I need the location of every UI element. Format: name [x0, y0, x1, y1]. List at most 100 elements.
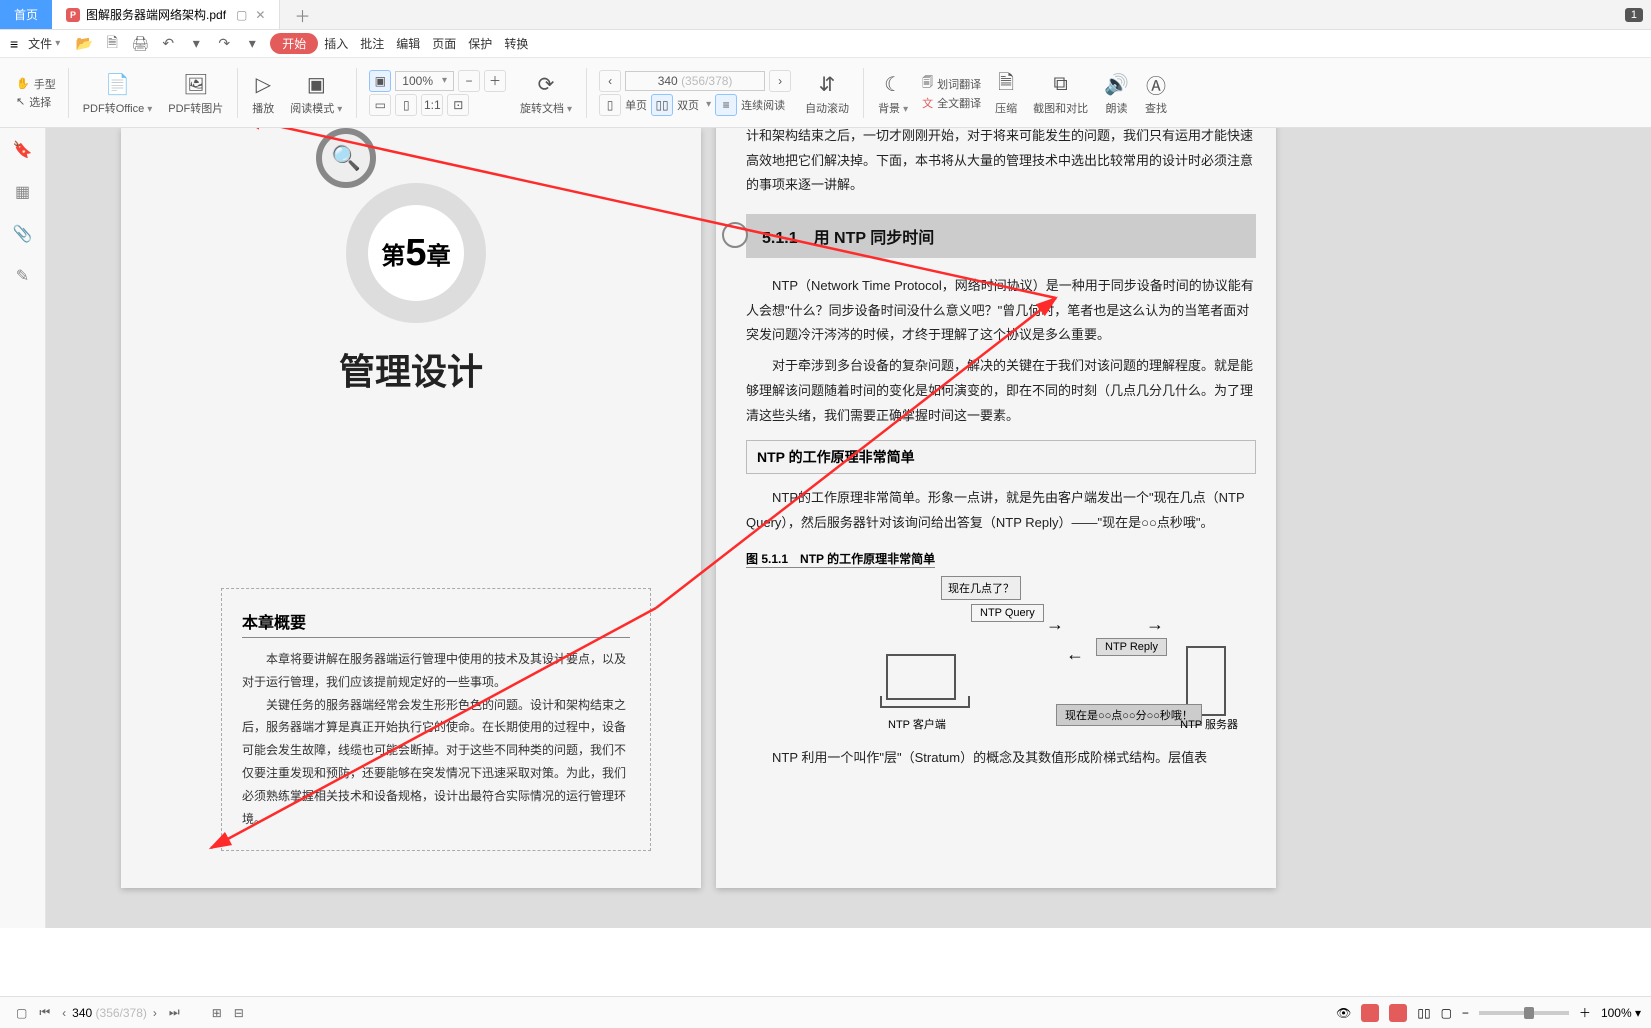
diagram-reply-label: NTP Reply: [1096, 638, 1167, 656]
menu-protect[interactable]: 保护: [462, 35, 498, 52]
subsection-heading: NTP 的工作原理非常简单: [746, 440, 1256, 474]
arrow-right-icon: →: [1146, 614, 1164, 635]
layout-single[interactable]: 单页: [625, 97, 647, 113]
section-heading: 5.1.1 用 NTP 同步时间: [746, 214, 1256, 258]
zoom-select[interactable]: 100%▾: [395, 71, 454, 91]
chapter-badge: 第5章: [346, 183, 486, 323]
body-area: 🔖 ▦ 📎 ✎ 🔍 第5章 管理设计 本章概要 本章将要讲解在服务器端运行管理中…: [0, 128, 1651, 928]
window-count-badge[interactable]: 1: [1625, 8, 1643, 22]
tab-add[interactable]: ＋: [280, 0, 324, 29]
convert-office-icon: 📄: [105, 70, 130, 100]
tab-home[interactable]: 首页: [0, 0, 52, 29]
laptop-icon: [886, 654, 956, 700]
layout-single-icon[interactable]: ▯: [599, 94, 621, 116]
layout-continuous-icon[interactable]: ≡: [715, 94, 737, 116]
btn-screenshot-compare[interactable]: ⧉截图和对比: [1025, 70, 1096, 116]
layout-continuous[interactable]: 连续阅读: [741, 97, 785, 113]
btn-ocr-translate[interactable]: 🗐划词翻译: [922, 74, 981, 93]
menu-page[interactable]: 页面: [426, 35, 462, 52]
signature-icon[interactable]: ✎: [16, 266, 29, 286]
nav-prev-icon[interactable]: ‹: [56, 1006, 72, 1020]
hamburger-icon[interactable]: ≡: [10, 36, 18, 52]
menu-bar: ≡ 文件▾ 📂 🗎 🖨 ↶ ▾ ↷ ▾ 开始 插入 批注 编辑 页面 保护 转换: [0, 30, 1651, 58]
thumbnails-icon[interactable]: ▦: [15, 182, 30, 202]
status-page-input[interactable]: 340 (356/378): [72, 1006, 147, 1020]
menu-insert[interactable]: 插入: [318, 35, 354, 52]
translate-icon: 文: [922, 95, 933, 111]
btn-pdf-to-image[interactable]: 🖼PDF转图片: [160, 70, 231, 116]
find-icon: Ⓐ: [1146, 70, 1166, 100]
print-icon[interactable]: 🖨: [130, 34, 150, 54]
attachments-icon[interactable]: 📎: [13, 224, 33, 244]
btn-find[interactable]: Ⓐ查找: [1137, 70, 1175, 116]
read-mode-icon: ▣: [307, 70, 326, 100]
overview-text: 本章将要讲解在服务器端运行管理中使用的技术及其设计要点，以及对于运行管理，我们应…: [242, 648, 630, 830]
layout-double-icon[interactable]: ▯▯: [651, 94, 673, 116]
btn-background[interactable]: ☾背景▾: [870, 70, 916, 116]
paragraph-4: NTP 利用一个叫作"层"（Stratum）的概念及其数值形成阶梯式结构。层值表: [746, 746, 1256, 771]
sidebar: 🔖 ▦ 📎 ✎: [0, 128, 46, 928]
bookmark-icon[interactable]: 🔖: [13, 140, 33, 160]
zoom-in-status-icon[interactable]: ＋: [1579, 1004, 1591, 1021]
background-icon: ☾: [884, 70, 902, 100]
btn-rotate[interactable]: ⟳旋转文档▾: [512, 70, 580, 116]
btn-compress[interactable]: 🗎压缩: [987, 70, 1025, 116]
zoom-slider[interactable]: [1479, 1011, 1569, 1015]
zoom-out-status-icon[interactable]: −: [1462, 1006, 1469, 1020]
arrow-left-icon: ←: [1066, 644, 1084, 665]
panel-toggle-icon[interactable]: ▢: [10, 1006, 33, 1020]
folder-open-icon[interactable]: 📂: [74, 34, 94, 54]
undo-icon[interactable]: ↶: [158, 34, 178, 54]
actual-size-icon[interactable]: 1:1: [421, 94, 443, 116]
eye-icon[interactable]: 👁: [1336, 1006, 1351, 1020]
btn-read-mode[interactable]: ▣阅读模式▾: [282, 70, 350, 116]
close-icon[interactable]: ✕: [255, 8, 265, 22]
layout-double[interactable]: 双页: [677, 97, 699, 113]
fit-height-icon[interactable]: ▯: [395, 94, 417, 116]
btn-full-translate[interactable]: 文全文翻译: [922, 95, 981, 111]
view-mode-1-icon[interactable]: [1361, 1004, 1379, 1022]
btn-play[interactable]: ▷播放: [244, 70, 282, 116]
page-input[interactable]: 340 (356/378): [625, 71, 765, 91]
page-next-icon[interactable]: ›: [769, 70, 791, 92]
nav-first-icon[interactable]: ⏮: [33, 1005, 56, 1020]
redo-icon[interactable]: ↷: [214, 34, 234, 54]
popout-icon[interactable]: ▢: [236, 8, 247, 22]
zoom-out-icon[interactable]: −: [458, 70, 480, 92]
btn-autoscroll[interactable]: ⇵自动滚动: [797, 70, 857, 116]
insert-page-before-icon[interactable]: ⊞: [206, 1006, 228, 1020]
save-icon[interactable]: 🗎: [102, 34, 122, 54]
zoom-in-icon[interactable]: ＋: [484, 70, 506, 92]
redo-chevron-icon[interactable]: ▾: [242, 34, 262, 54]
btn-read-aloud[interactable]: 🔊朗读: [1096, 70, 1137, 116]
menu-annotate[interactable]: 批注: [354, 35, 390, 52]
ribbon: ✋手型 ↖选择 📄PDF转Office▾ 🖼PDF转图片 ▷播放 ▣阅读模式▾ …: [0, 58, 1651, 128]
tab-document[interactable]: P 图解服务器端网络架构.pdf ▢ ✕: [52, 0, 280, 29]
menu-edit[interactable]: 编辑: [390, 35, 426, 52]
diagram-client-caption: NTP 客户端: [888, 716, 946, 732]
intro-text: 计和架构结束之后，一切才刚刚开始，对于将来可能发生的问题，我们只有运用才能快速高…: [746, 128, 1256, 198]
tool-hand[interactable]: ✋手型: [16, 76, 56, 92]
btn-pdf-to-office[interactable]: 📄PDF转Office▾: [75, 70, 161, 116]
tool-select[interactable]: ↖选择: [16, 94, 56, 110]
quick-access: 📂 🗎 🖨 ↶ ▾ ↷ ▾: [74, 34, 262, 54]
menu-file[interactable]: 文件▾: [22, 35, 66, 52]
document-viewport[interactable]: 🔍 第5章 管理设计 本章概要 本章将要讲解在服务器端运行管理中使用的技术及其设…: [46, 128, 1651, 928]
page-prev-icon[interactable]: ‹: [599, 70, 621, 92]
compress-icon: 🗎: [998, 70, 1014, 100]
insert-page-after-icon[interactable]: ⊟: [228, 1006, 250, 1020]
zoom-value[interactable]: 100% ▾: [1601, 1006, 1641, 1020]
fit-width-icon[interactable]: ▭: [369, 94, 391, 116]
nav-last-icon[interactable]: ⏭: [163, 1005, 186, 1020]
speaker-icon: 🔊: [1104, 70, 1129, 100]
view-mode-2-icon[interactable]: [1389, 1004, 1407, 1022]
fit-visible-icon[interactable]: ⊡: [447, 94, 469, 116]
undo-chevron-icon[interactable]: ▾: [186, 34, 206, 54]
fit-page-icon[interactable]: ▣: [369, 70, 391, 92]
menu-start[interactable]: 开始: [270, 33, 318, 54]
menu-convert[interactable]: 转换: [498, 35, 534, 52]
view-mode-4-icon[interactable]: ▢: [1441, 1006, 1452, 1020]
nav-next-icon[interactable]: ›: [147, 1006, 163, 1020]
view-mode-3-icon[interactable]: ▯▯: [1417, 1006, 1430, 1020]
ocr-icon: 🗐: [922, 74, 933, 93]
